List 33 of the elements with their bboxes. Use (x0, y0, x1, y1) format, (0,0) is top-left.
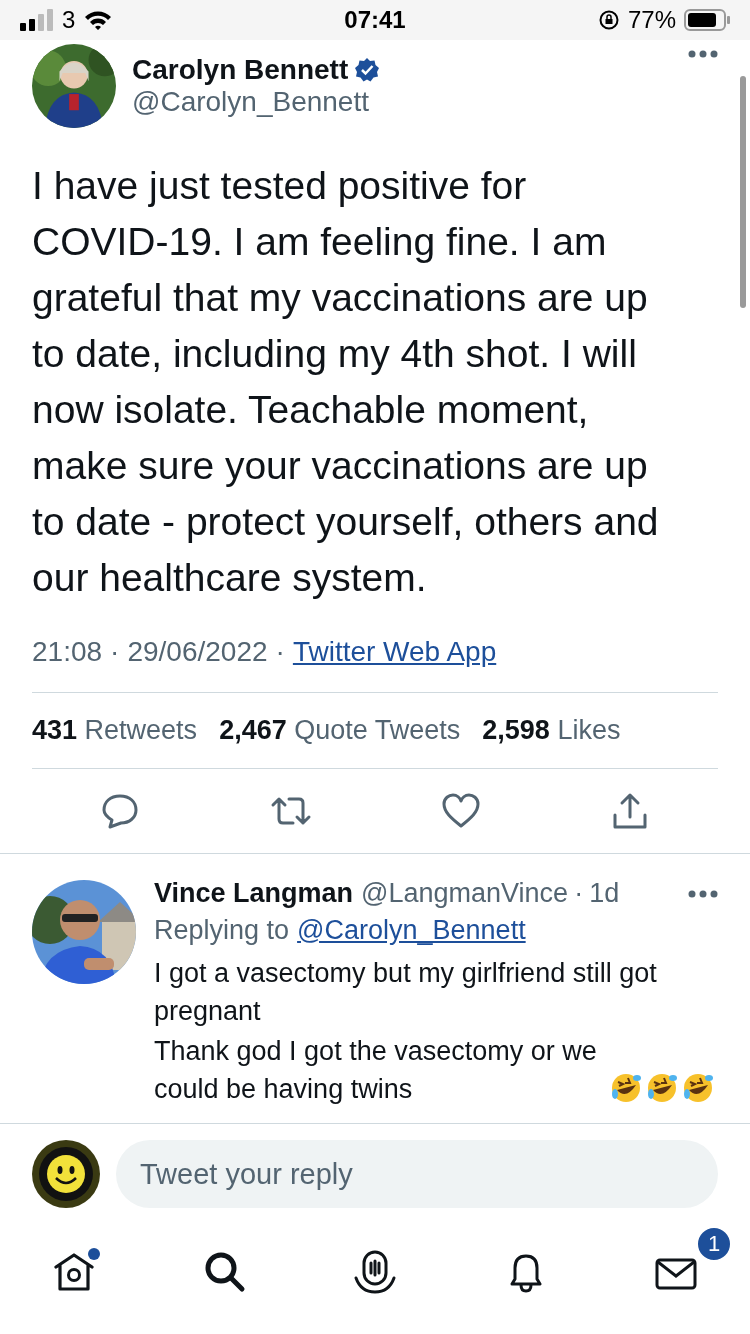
battery-icon (684, 9, 730, 31)
reply-text: I got a vasectomy but my girlfriend still got pregnant (154, 957, 658, 1028)
mention-link[interactable]: @Carolyn_Bennett (297, 915, 526, 946)
battery-percent: 77% (627, 6, 676, 34)
author-handle: @Carolyn_Bennett (132, 86, 370, 118)
engagement-stat[interactable]: 2,467 Quote Tweets (219, 715, 461, 746)
source-link[interactable]: Twitter Web App (292, 636, 497, 668)
carrier-name: 3 (62, 6, 76, 34)
tweet-date: 29/06/2022 (127, 636, 268, 668)
reply-input-field[interactable]: Tweet your reply (116, 1140, 718, 1208)
tweet-text: I have just tested positive for COVID-19. I am feeling fine. I am grateful that my vaccinations are up to date, including my 4th shot. I will now isolate. Teachable moment, make sure your vaccinations are up to date - protect yourself, others and our healthcare system. (32, 163, 660, 601)
clock-time: 07:41 (344, 6, 406, 34)
engagement-stat[interactable]: 2,598 Likes (482, 715, 621, 746)
engagement-stat[interactable]: 431 Retweets (32, 715, 198, 746)
reply-author-name: Vince Langman (154, 878, 354, 909)
separator-dot: · (275, 636, 285, 668)
reply-age: 1d (589, 878, 620, 909)
replying-label: Replying to (154, 915, 290, 946)
laughing-emoji-icon (610, 1072, 642, 1104)
separator-dot: · (574, 878, 584, 909)
laughing-emoji-icon (682, 1072, 714, 1104)
rotation-lock-icon (597, 9, 620, 31)
reply-text: Thank god I got the vasectomy or we could be having twins (154, 1035, 598, 1106)
unread-count-badge: 1 (696, 1226, 732, 1262)
separator-dot: · (110, 636, 120, 668)
wifi-icon (83, 9, 114, 31)
laughing-emoji-icon (646, 1072, 678, 1104)
tweet-time: 21:08 (32, 636, 103, 668)
more-options-icon[interactable] (688, 889, 718, 898)
signal-icon (20, 9, 54, 31)
reply-author-handle: @LangmanVince (361, 878, 569, 909)
more-options-icon[interactable] (688, 50, 718, 58)
author-name: Carolyn Bennett (132, 54, 349, 86)
